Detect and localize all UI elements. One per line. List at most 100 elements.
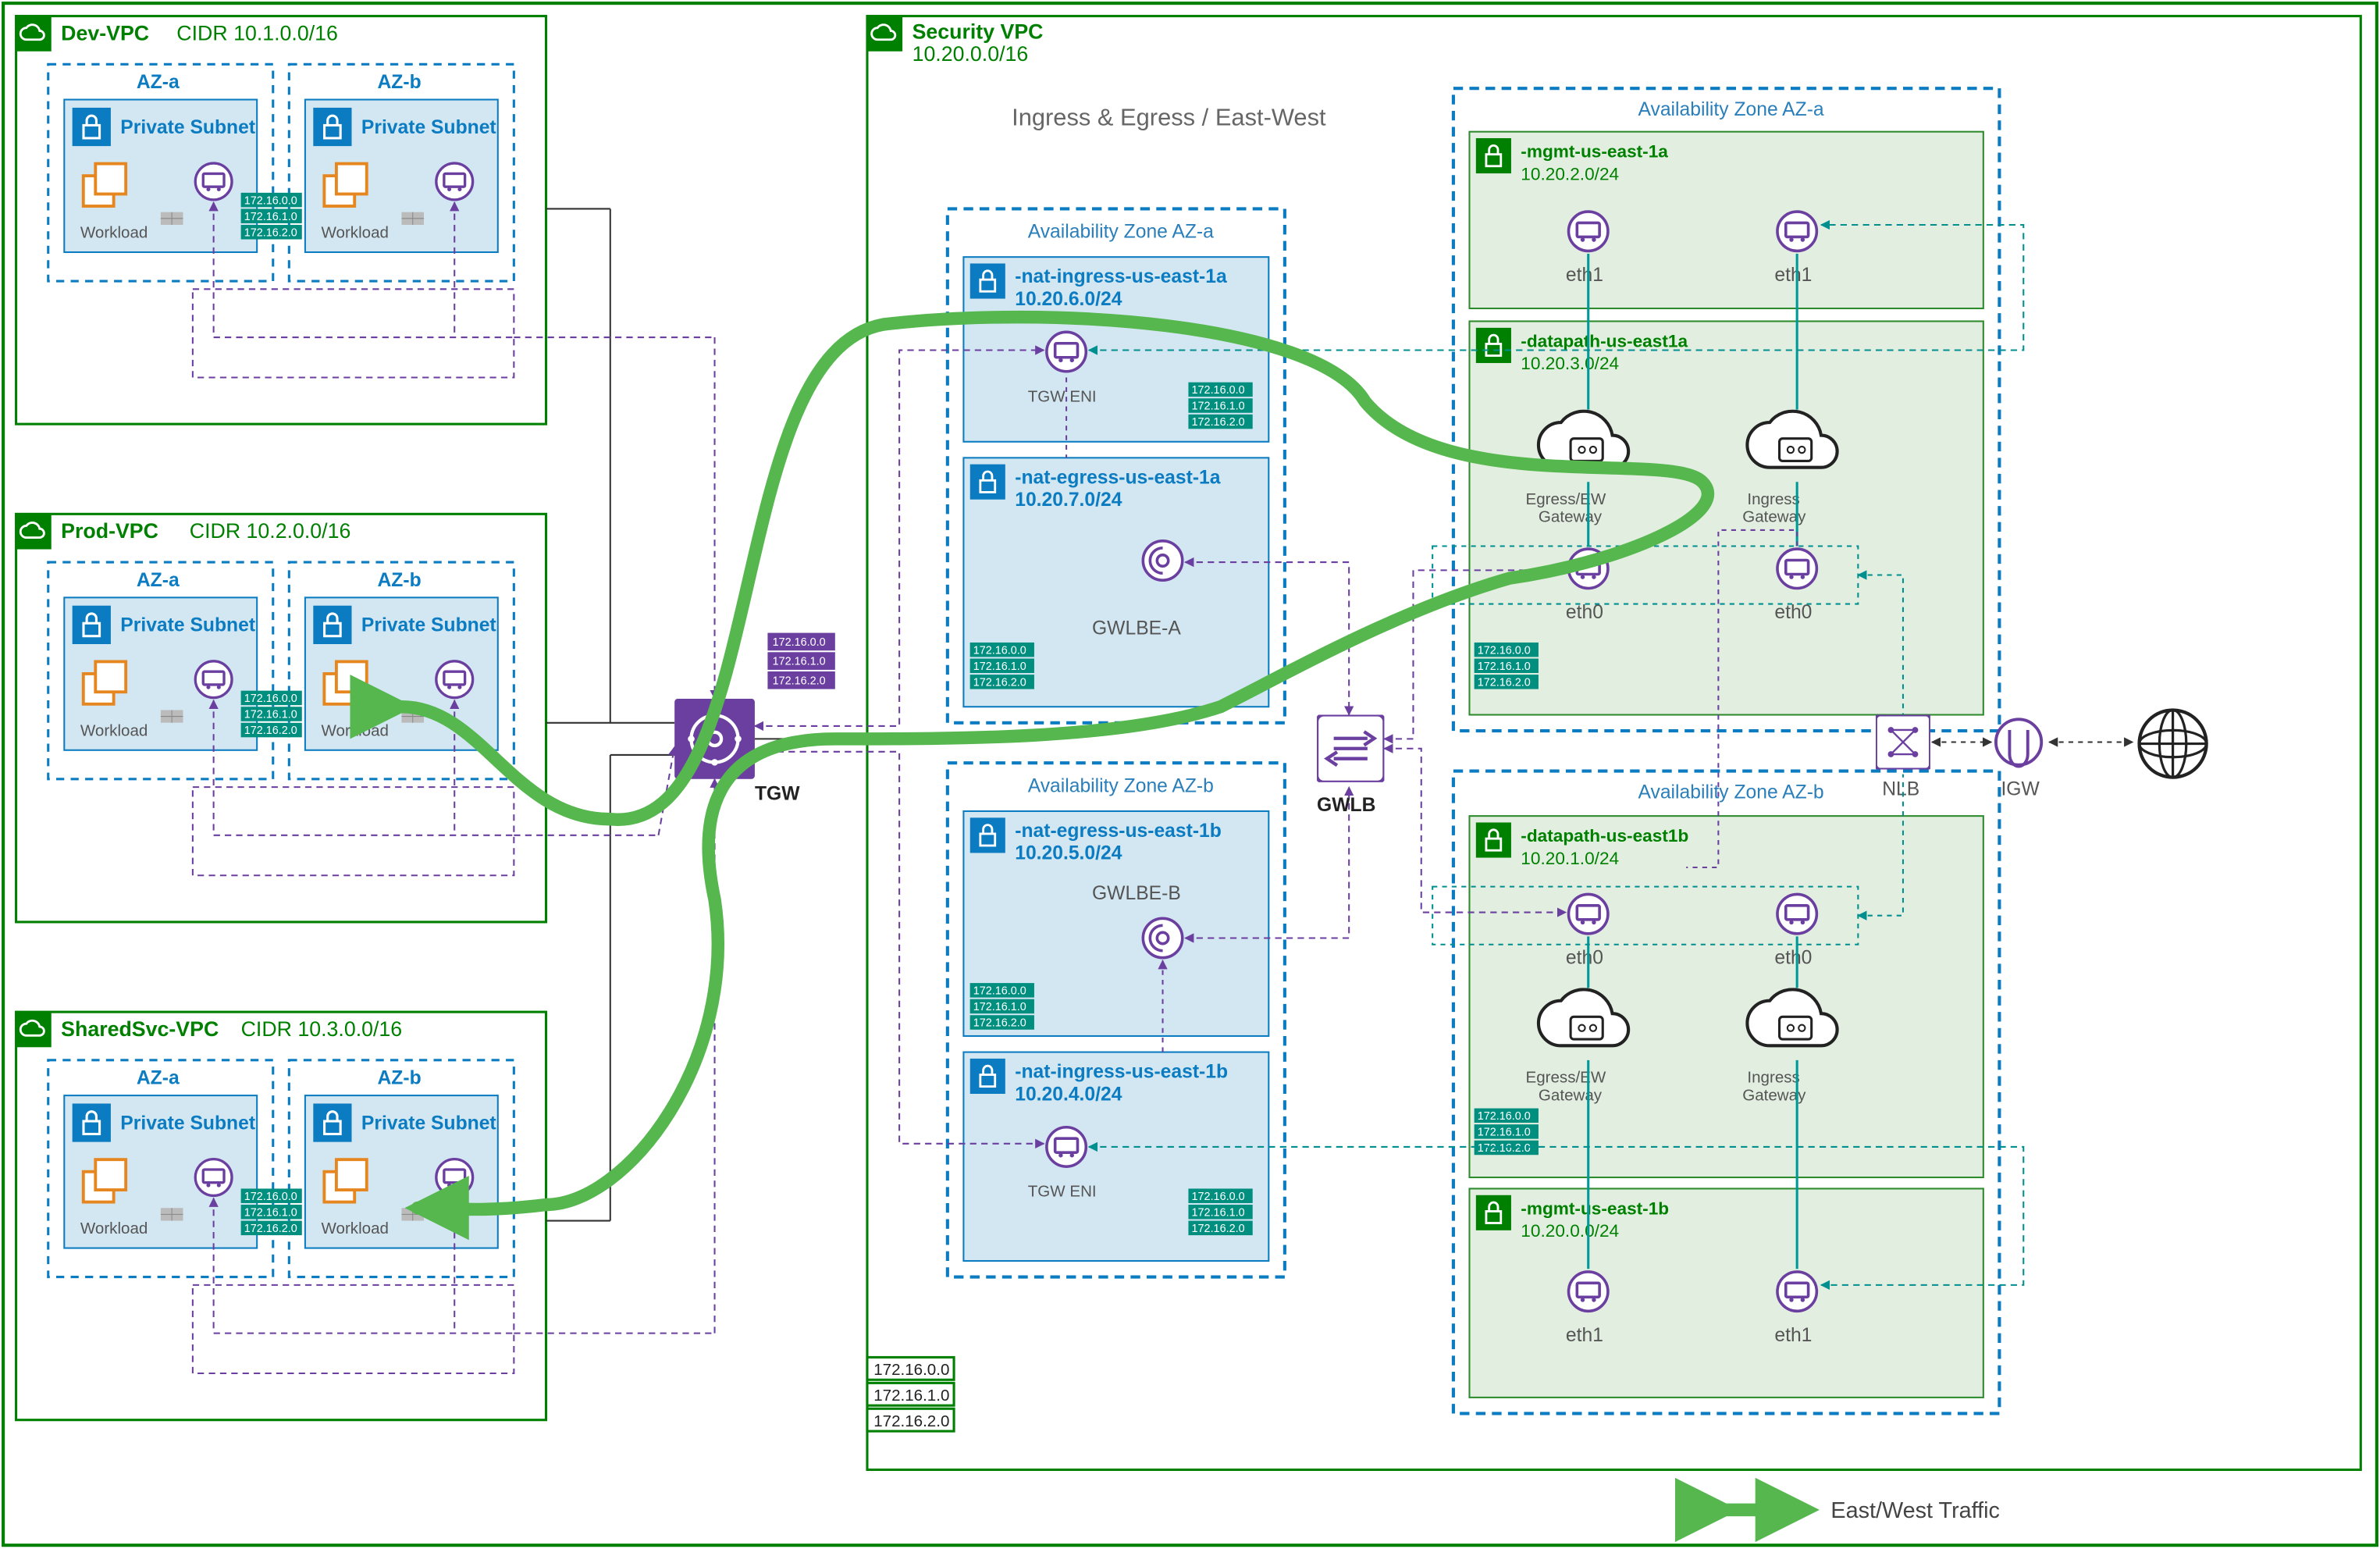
route-table-icon <box>161 710 183 722</box>
svg-text:Workload: Workload <box>80 721 148 739</box>
az-a-label: AZ-a <box>137 72 180 93</box>
svg-text:Private Subnet: Private Subnet <box>120 615 255 636</box>
svg-text:172.16.0.0: 172.16.0.0 <box>973 985 1026 997</box>
lock-icon <box>970 263 1005 298</box>
lock-icon <box>313 1103 351 1141</box>
eni-icon <box>1777 549 1816 588</box>
nat-ingress-b-name: -nat-ingress-us-east-1b <box>1015 1061 1228 1082</box>
eni-icon <box>1777 212 1816 251</box>
svg-text:172.16.1.0: 172.16.1.0 <box>244 709 297 721</box>
sec-az-b-label: Availability Zone AZ-b <box>1028 775 1214 796</box>
svg-text:172.16.2.0: 172.16.2.0 <box>244 226 297 239</box>
svg-text:AZ-a: AZ-a <box>137 570 180 591</box>
svg-text:172.16.2.0: 172.16.2.0 <box>973 676 1026 689</box>
svg-text:172.16.1.0: 172.16.1.0 <box>973 661 1026 673</box>
lock-icon <box>73 1103 111 1141</box>
lock-icon <box>970 817 1005 853</box>
dev-route-tags: 172.16.0.0 172.16.1.0 172.16.2.0 <box>241 193 302 240</box>
sharedsvc-vpc-cidr: CIDR 10.3.0.0/16 <box>241 1017 403 1041</box>
svg-text:172.16.1.0: 172.16.1.0 <box>773 656 826 668</box>
svg-text:172.16.0.0: 172.16.0.0 <box>244 693 297 705</box>
private-subnet-label: Private Subnet <box>120 117 255 138</box>
mgmt-a-cidr: 10.20.2.0/24 <box>1521 164 1619 183</box>
prod-vpc-name: Prod-VPC <box>61 519 158 543</box>
svg-text:AZ-b: AZ-b <box>377 1068 421 1089</box>
eni-icon <box>195 661 232 698</box>
lock-icon <box>73 606 111 644</box>
svg-text:Workload: Workload <box>321 721 388 739</box>
workload-label: Workload <box>321 223 388 241</box>
svg-text:172.16.0.0: 172.16.0.0 <box>873 1361 949 1379</box>
svg-text:172.16.0.0: 172.16.0.0 <box>1478 644 1531 657</box>
svg-text:AZ-a: AZ-a <box>137 1068 180 1089</box>
gwlbe-b-label: GWLBE-B <box>1092 883 1181 904</box>
lock-icon <box>313 108 351 146</box>
mgmt-b-cidr: 10.20.0.0/24 <box>1521 1221 1619 1241</box>
svg-text:172.16.1.0: 172.16.1.0 <box>244 211 297 223</box>
svg-text:172.16.2.0: 172.16.2.0 <box>244 1223 297 1235</box>
eni-icon <box>436 661 473 698</box>
prod-vpc: Prod-VPC CIDR 10.2.0.0/16 AZ-a Private S… <box>16 514 546 922</box>
eth0-label: eth0 <box>1566 947 1603 968</box>
prod-route-tags: 172.16.0.0 172.16.1.0 172.16.2.0 <box>241 691 302 738</box>
svg-text:172.16.0.0: 172.16.0.0 <box>1192 1191 1245 1203</box>
datapath-a-name: -datapath-us-east1a <box>1521 331 1688 351</box>
nat-egress-b-cidr: 10.20.5.0/24 <box>1015 843 1122 864</box>
svg-text:172.16.0.0: 172.16.0.0 <box>773 636 826 649</box>
gwlb-label: GWLB <box>1317 795 1375 816</box>
cloud-icon <box>16 514 52 549</box>
svg-text:Private Subnet: Private Subnet <box>120 1113 255 1134</box>
eth0-label: eth0 <box>1774 602 1812 623</box>
datapath-b-name: -datapath-us-east1b <box>1521 826 1688 846</box>
svg-text:172.16.2.0: 172.16.2.0 <box>873 1412 949 1430</box>
security-vpc: Security VPC 10.20.0.0/16 Ingress & Egre… <box>867 16 2360 1470</box>
eth1-label: eth1 <box>1774 265 1812 286</box>
svg-text:172.16.2.0: 172.16.2.0 <box>1192 416 1245 429</box>
sharedsvc-vpc-name: SharedSvc-VPC <box>61 1017 219 1041</box>
svg-text:172.16.2.0: 172.16.2.0 <box>1478 1142 1531 1155</box>
sec-az-a-label: Availability Zone AZ-a <box>1028 221 1214 242</box>
nlb-icon <box>1876 715 1930 770</box>
internet-icon <box>2140 710 2207 778</box>
egress-ew-gateway-label: Egress/EWGateway <box>1525 490 1606 526</box>
svg-text:172.16.2.0: 172.16.2.0 <box>244 725 297 737</box>
dev-vpc-name: Dev-VPC <box>61 21 149 45</box>
svg-text:Private Subnet: Private Subnet <box>361 1113 496 1134</box>
route-table-icon <box>401 212 424 225</box>
route-table-icon <box>161 212 183 225</box>
datapath-a-cidr: 10.20.3.0/24 <box>1521 354 1619 373</box>
svg-text:172.16.0.0: 172.16.0.0 <box>244 194 297 207</box>
svg-text:172.16.0.0: 172.16.0.0 <box>1478 1110 1531 1123</box>
svg-text:172.16.2.0: 172.16.2.0 <box>773 675 826 687</box>
cloud-icon <box>16 16 52 52</box>
svg-text:172.16.1.0: 172.16.1.0 <box>873 1387 949 1405</box>
svg-text:172.16.1.0: 172.16.1.0 <box>1478 661 1531 673</box>
dev-vpc-cidr: CIDR 10.1.0.0/16 <box>176 21 338 45</box>
svg-text:172.16.1.0: 172.16.1.0 <box>1478 1127 1531 1139</box>
svg-text:Workload: Workload <box>80 1220 148 1237</box>
tgw-label: TGW <box>755 784 800 805</box>
lock-icon <box>73 108 111 146</box>
lock-icon <box>1476 328 1511 363</box>
endpoint-icon <box>1143 918 1182 957</box>
legend: East/West Traffic <box>1727 1498 2000 1523</box>
svg-text:172.16.0.0: 172.16.0.0 <box>1192 384 1245 397</box>
az-b-label: AZ-b <box>377 72 421 93</box>
svg-text:172.16.0.0: 172.16.0.0 <box>244 1191 297 1203</box>
tgw-eni-label: TGW ENI <box>1028 1183 1097 1201</box>
svg-text:172.16.1.0: 172.16.1.0 <box>244 1206 297 1219</box>
svg-text:172.16.0.0: 172.16.0.0 <box>973 644 1026 657</box>
route-table-icon <box>161 1208 183 1220</box>
lock-icon <box>313 606 351 644</box>
right-az-a-label: Availability Zone AZ-a <box>1638 99 1823 120</box>
datapath-b-cidr: 10.20.1.0/24 <box>1521 849 1619 868</box>
dev-vpc: Dev-VPC CIDR 10.1.0.0/16 AZ-a Private Su… <box>16 16 546 425</box>
eth0-label: eth0 <box>1566 602 1603 623</box>
lock-icon <box>1476 138 1511 173</box>
gwlbe-a-label: GWLBE-A <box>1092 618 1181 639</box>
cloud-icon <box>16 1012 52 1047</box>
svg-text:172.16.2.0: 172.16.2.0 <box>973 1017 1026 1030</box>
nat-ingress-b-cidr: 10.20.4.0/24 <box>1015 1084 1122 1105</box>
svg-text:172.16.2.0: 172.16.2.0 <box>1478 676 1531 689</box>
route-legend: 172.16.0.0 172.16.1.0 172.16.2.0 <box>867 1357 954 1431</box>
